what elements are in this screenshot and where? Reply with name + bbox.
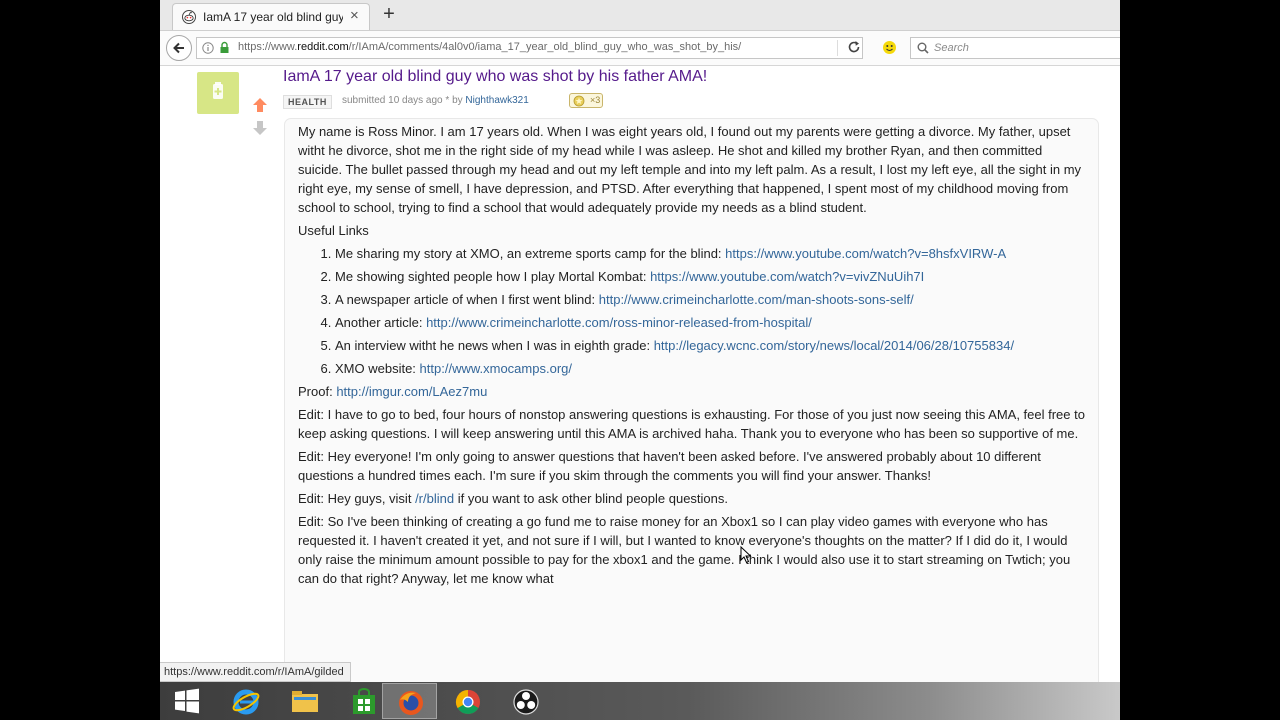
tab-close-icon[interactable]: × — [350, 8, 359, 24]
link-description: An interview witht he news when I was in… — [335, 338, 651, 353]
xmo-website-link[interactable]: http://www.xmocamps.org/ — [420, 361, 572, 376]
extension-smiley-icon[interactable] — [882, 40, 897, 55]
firefox-icon — [399, 691, 423, 715]
link-description: Me showing sighted people how I play Mor… — [335, 269, 647, 284]
search-icon — [917, 42, 929, 54]
interview-link[interactable]: http://legacy.wcnc.com/story/news/local/… — [654, 338, 1014, 353]
search-bar[interactable]: Search — [910, 37, 1120, 59]
internet-explorer-icon — [232, 689, 260, 715]
url-prefix: https://www. — [238, 41, 298, 53]
browser-window: IamA 17 year old blind guy who was shot … — [160, 0, 1120, 682]
edit3-text: Edit: Hey guys, visit — [298, 491, 412, 506]
proof-label: Proof: — [298, 384, 333, 399]
taskbar-chrome[interactable] — [440, 683, 495, 719]
link-description: Me sharing my story at XMO, an extreme s… — [335, 246, 722, 261]
url-bar[interactable]: https://www.reddit.com/r/IAmA/comments/4… — [196, 37, 863, 59]
proof-link[interactable]: http://imgur.com/LAez7mu — [336, 384, 487, 399]
lock-icon[interactable] — [219, 41, 230, 54]
author-link[interactable]: Nighthawk321 — [465, 95, 528, 106]
reddit-alien-icon — [182, 10, 196, 24]
reddit-post-page: IamA 17 year old blind guy who was shot … — [160, 66, 1120, 682]
windows-logo-icon — [175, 688, 199, 714]
edit-paragraph-3: Edit: Hey guys, visit /r/blind if you wa… — [298, 489, 1086, 508]
post-selftext: My name is Ross Minor. I am 17 years old… — [284, 118, 1099, 682]
tab-strip: IamA 17 year old blind guy who was shot … — [160, 0, 1120, 31]
tab-title: IamA 17 year old blind guy who was shot … — [203, 10, 343, 24]
post-title-link[interactable]: IamA 17 year old blind guy who was shot … — [283, 68, 707, 86]
gold-star-icon — [573, 95, 585, 107]
gilded-badge[interactable]: ×3 — [569, 93, 603, 108]
youtube-link[interactable]: https://www.youtube.com/watch?v=8hsfxVIR… — [725, 246, 1006, 261]
list-item: Me sharing my story at XMO, an extreme s… — [335, 244, 1086, 263]
gilded-count: ×3 — [590, 95, 601, 105]
url-separator — [837, 40, 838, 56]
folder-icon — [292, 691, 318, 712]
submitted-text: submitted 10 days ago * by — [342, 95, 463, 106]
list-item: XMO website: http://www.xmocamps.org/ — [335, 359, 1086, 378]
taskbar-internet-explorer[interactable] — [218, 683, 273, 719]
list-item: An interview witht he news when I was in… — [335, 336, 1086, 355]
post-tagline: submitted 10 days ago * by Nighthawk321 — [342, 95, 529, 106]
windows-taskbar — [160, 682, 1120, 720]
link-description: XMO website: — [335, 361, 416, 376]
url-path: /r/IAmA/comments/4al0v0/iama_17_year_old… — [348, 41, 742, 53]
chrome-icon — [455, 690, 480, 715]
taskbar-file-explorer[interactable] — [277, 683, 332, 719]
list-item: Me showing sighted people how I play Mor… — [335, 267, 1086, 286]
upvote-arrow-icon[interactable] — [252, 97, 268, 113]
start-button[interactable] — [160, 683, 215, 719]
youtube-link[interactable]: https://www.youtube.com/watch?v=vivZNuUi… — [650, 269, 924, 284]
taskbar-obs[interactable] — [498, 683, 553, 719]
self-post-icon — [213, 82, 223, 99]
back-arrow-icon — [173, 42, 184, 54]
back-button[interactable] — [166, 35, 192, 61]
edit3-text-after: if you want to ask other blind people qu… — [457, 491, 729, 506]
browser-tab[interactable]: IamA 17 year old blind guy who was shot … — [172, 3, 370, 30]
intro-paragraph: My name is Ross Minor. I am 17 years old… — [298, 124, 1082, 215]
url-text[interactable]: https://www.reddit.com/r/IAmA/comments/4… — [238, 41, 741, 53]
list-item: A newspaper article of when I first went… — [335, 290, 1086, 309]
search-placeholder: Search — [934, 42, 969, 54]
downvote-arrow-icon[interactable] — [252, 120, 268, 136]
post-thumbnail[interactable] — [197, 72, 239, 114]
proof-paragraph: Proof: http://imgur.com/LAez7mu — [298, 382, 1086, 401]
edit-paragraph-2: Edit: Hey everyone! I'm only going to an… — [298, 449, 1041, 483]
article-link[interactable]: http://www.crimeincharlotte.com/man-shoo… — [599, 292, 914, 307]
list-item: Another article: http://www.crimeincharl… — [335, 313, 1086, 332]
mouse-cursor-icon — [740, 546, 752, 564]
edit-paragraph-4: Edit: So I've been thinking of creating … — [298, 514, 1071, 586]
useful-links-heading: Useful Links — [298, 223, 369, 238]
useful-links-list: Me sharing my story at XMO, an extreme s… — [298, 244, 1086, 378]
navigation-bar: https://www.reddit.com/r/IAmA/comments/4… — [160, 31, 1120, 66]
subreddit-link[interactable]: /r/blind — [415, 491, 454, 506]
link-description: Another article: — [335, 315, 423, 330]
link-flair: HEALTH — [283, 95, 332, 109]
store-bag-icon — [353, 688, 375, 714]
article-link[interactable]: http://www.crimeincharlotte.com/ross-min… — [426, 315, 812, 330]
link-description: A newspaper article of when I first went… — [335, 292, 596, 307]
new-tab-button[interactable]: + — [378, 3, 400, 25]
info-icon[interactable] — [202, 42, 214, 54]
url-domain: reddit.com — [297, 41, 349, 53]
taskbar-firefox[interactable] — [382, 683, 437, 719]
edit-paragraph-1: Edit: I have to go to bed, four hours of… — [298, 407, 1085, 441]
obs-icon — [513, 689, 539, 715]
status-bar: https://www.reddit.com/r/IAmA/gilded — [160, 662, 351, 682]
reload-icon[interactable] — [847, 40, 861, 54]
